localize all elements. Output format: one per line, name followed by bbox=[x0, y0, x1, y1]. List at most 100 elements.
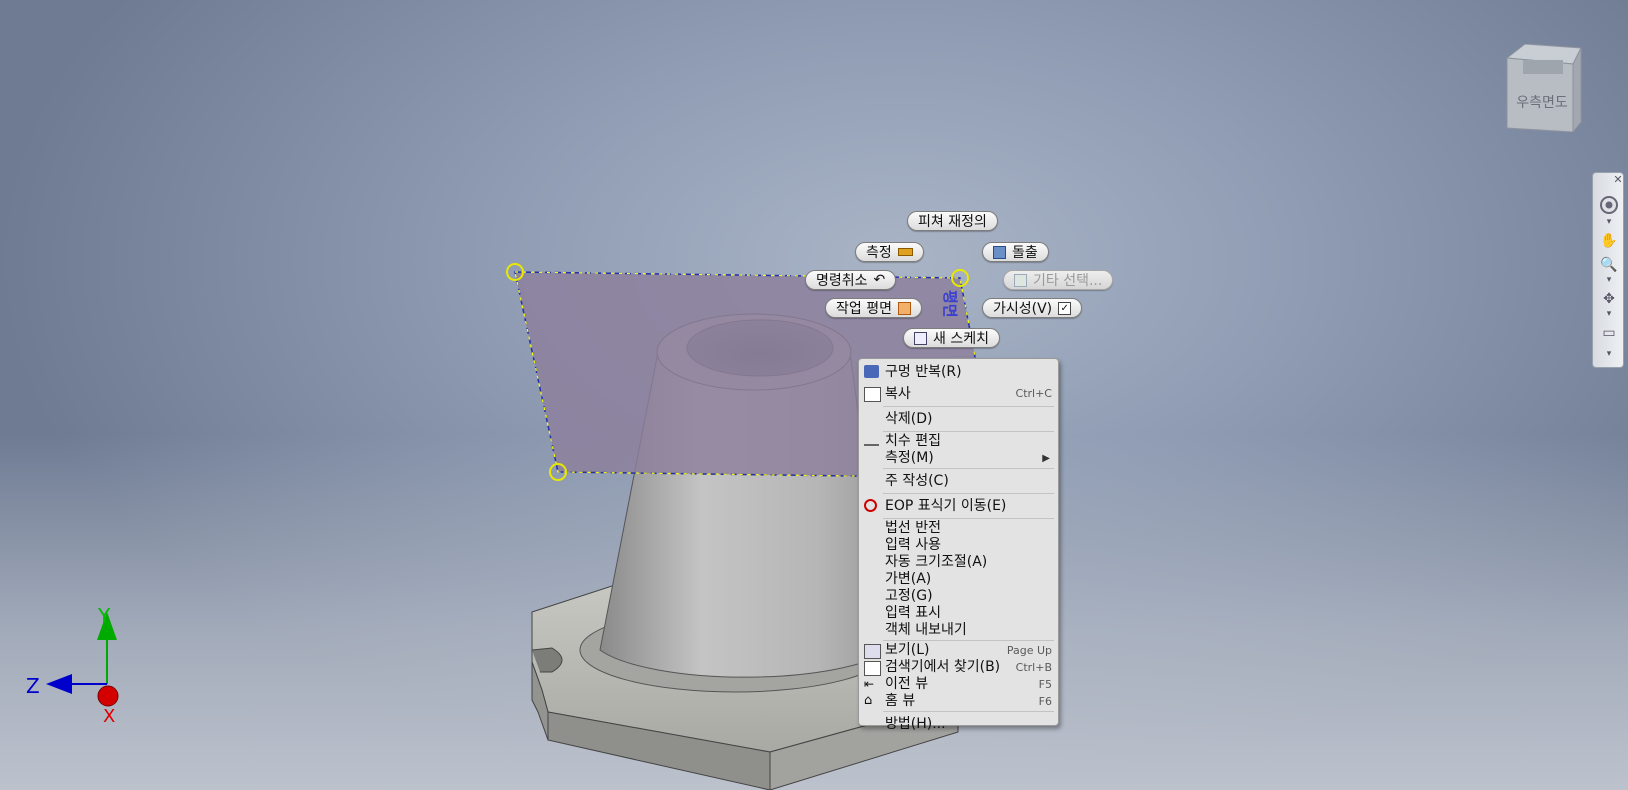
measure-label: 측정 bbox=[866, 245, 892, 261]
menu-item-fixed[interactable]: 고정(G) bbox=[859, 588, 1058, 605]
new-sketch-icon bbox=[914, 331, 927, 345]
redefine-feature-button[interactable]: 피쳐 재정의 bbox=[907, 211, 998, 231]
menu-item-label: 입력 표시 bbox=[885, 605, 941, 621]
visibility-button[interactable]: 가시성(V) ✓ bbox=[982, 298, 1083, 318]
close-icon[interactable]: ✕ bbox=[1613, 173, 1623, 191]
menu-item-find-in-browser[interactable]: 검색기에서 찾기(B) Ctrl+B bbox=[859, 659, 1058, 676]
menu-item-label: 삭제(D) bbox=[885, 411, 933, 427]
undo-label: 명령취소 bbox=[816, 273, 868, 289]
menu-item-shortcut: Page Up bbox=[1006, 644, 1052, 657]
new-sketch-button[interactable]: 새 스케치 bbox=[903, 328, 1000, 348]
view-cube-face-marker bbox=[1523, 60, 1563, 74]
submenu-arrow-icon: ▶ bbox=[1042, 453, 1050, 464]
work-plane-icon bbox=[897, 301, 911, 315]
menu-item-label: 검색기에서 찾기(B) bbox=[885, 659, 1001, 675]
menu-item-move-eop-marker[interactable]: EOP 표식기 이동(E) bbox=[859, 495, 1058, 517]
menu-item-previous-view[interactable]: ⇤ 이전 뷰 F5 bbox=[859, 676, 1058, 693]
extrude-label: 돌출 bbox=[1012, 245, 1038, 261]
visibility-label: 가시성(V) bbox=[993, 301, 1053, 317]
x-axis-origin bbox=[97, 685, 119, 707]
plane-label: 평면 bbox=[941, 290, 959, 318]
look-at-icon[interactable]: ▭ bbox=[1599, 325, 1619, 343]
menu-item-flip-normal[interactable]: 법선 반전 bbox=[859, 520, 1058, 537]
work-plane-button[interactable]: 작업 평면 bbox=[825, 298, 922, 318]
menu-separator bbox=[883, 431, 1054, 432]
menu-item-measure[interactable]: 측정(M) ▶ bbox=[859, 450, 1058, 467]
menu-separator bbox=[883, 468, 1054, 469]
menu-item-label: 입력 사용 bbox=[885, 537, 941, 553]
menu-item-delete[interactable]: 삭제(D) bbox=[859, 408, 1058, 430]
axis-triad: Y Z X bbox=[26, 604, 119, 727]
z-axis-label: Z bbox=[26, 674, 40, 698]
select-other-label: 기타 선택... bbox=[1033, 273, 1103, 289]
menu-item-shortcut: F6 bbox=[1038, 695, 1052, 708]
steering-wheel-icon[interactable] bbox=[1599, 195, 1619, 214]
menu-separator bbox=[883, 711, 1054, 712]
context-menu[interactable]: 구멍 반복(R) 복사 Ctrl+C 삭제(D) 치수 편집 측정(M) ▶ 주… bbox=[858, 358, 1059, 732]
menu-item-label: 자동 크기조절(A) bbox=[885, 554, 988, 570]
menu-item-label: 방법(H)... bbox=[885, 716, 946, 732]
extrude-icon bbox=[993, 245, 1006, 259]
menu-item-shortcut: Ctrl+B bbox=[1015, 661, 1052, 674]
3d-viewport[interactable]: 평면 Y Z X 우측면도 ✕ ▾ ✋ 🔍 ▾ ✥ ▾ ▭ ▾ 피쳐 재정의 측… bbox=[0, 0, 1628, 790]
hole-repeat-icon bbox=[864, 365, 879, 378]
navigation-bar[interactable]: ✕ ▾ ✋ 🔍 ▾ ✥ ▾ ▭ ▾ bbox=[1592, 172, 1624, 368]
menu-item-label: 보기(L) bbox=[885, 642, 930, 658]
menu-item-label: 측정(M) bbox=[885, 450, 934, 466]
menu-separator bbox=[883, 640, 1054, 641]
menu-item-label: 치수 편집 bbox=[885, 433, 941, 449]
copy-icon bbox=[864, 387, 881, 402]
menu-item-label: 객체 내보내기 bbox=[885, 622, 967, 638]
work-plane-label: 작업 평면 bbox=[836, 301, 892, 317]
select-other-button[interactable]: 기타 선택... bbox=[1003, 270, 1114, 290]
model-scene[interactable]: 평면 Y Z X bbox=[0, 0, 1628, 790]
view-icon bbox=[864, 644, 881, 659]
menu-separator bbox=[883, 518, 1054, 519]
customize-menu-icon[interactable]: ▾ bbox=[1599, 349, 1619, 367]
menu-separator bbox=[883, 493, 1054, 494]
menu-item-shortcut: F5 bbox=[1038, 678, 1052, 691]
menu-item-copy[interactable]: 복사 Ctrl+C bbox=[859, 383, 1058, 405]
dimension-edit-icon bbox=[864, 435, 879, 446]
y-axis-label: Y bbox=[97, 604, 111, 628]
undo-button[interactable]: 명령취소 ↶ bbox=[805, 270, 897, 290]
ruler-icon bbox=[897, 248, 913, 256]
menu-item-shortcut: Ctrl+C bbox=[1015, 387, 1052, 400]
menu-item-home-view[interactable]: ⌂ 홈 뷰 F6 bbox=[859, 693, 1058, 710]
menu-item-label: EOP 표식기 이동(E) bbox=[885, 498, 1007, 514]
menu-item-label: 구멍 반복(R) bbox=[885, 364, 962, 380]
orbit-icon[interactable]: ✥ bbox=[1599, 291, 1619, 309]
menu-item-export-object[interactable]: 객체 내보내기 bbox=[859, 622, 1058, 639]
pan-hand-icon[interactable]: ✋ bbox=[1599, 233, 1619, 251]
menu-item-label: 홈 뷰 bbox=[885, 693, 916, 709]
menu-item-label: 주 작성(C) bbox=[885, 473, 949, 489]
x-axis-label: X bbox=[103, 706, 115, 727]
menu-item-label: 이전 뷰 bbox=[885, 676, 929, 692]
menu-item-edit-dimension[interactable]: 치수 편집 bbox=[859, 433, 1058, 450]
previous-view-icon: ⇤ bbox=[864, 677, 875, 691]
z-axis-arrow bbox=[46, 674, 72, 694]
menu-separator bbox=[883, 406, 1054, 407]
menu-item-label: 가변(A) bbox=[885, 571, 932, 587]
menu-item-label: 고정(G) bbox=[885, 588, 933, 604]
view-cube-graphic[interactable] bbox=[1503, 43, 1585, 134]
checkbox-checked-icon[interactable]: ✓ bbox=[1058, 301, 1072, 315]
menu-item-create-note[interactable]: 주 작성(C) bbox=[859, 470, 1058, 492]
menu-item-use-input[interactable]: 입력 사용 bbox=[859, 537, 1058, 554]
menu-item-how-to[interactable]: 방법(H)... bbox=[859, 713, 1058, 735]
new-sketch-label: 새 스케치 bbox=[933, 331, 989, 347]
menu-item-view[interactable]: 보기(L) Page Up bbox=[859, 642, 1058, 659]
menu-item-label: 법선 반전 bbox=[885, 520, 941, 536]
extrude-button[interactable]: 돌출 bbox=[982, 242, 1049, 262]
measure-button[interactable]: 측정 bbox=[855, 242, 924, 262]
view-cube[interactable]: 우측면도 bbox=[1503, 43, 1585, 134]
menu-item-adaptive[interactable]: 가변(A) bbox=[859, 571, 1058, 588]
menu-item-hole-repeat[interactable]: 구멍 반복(R) bbox=[859, 361, 1058, 383]
undo-icon: ↶ bbox=[873, 272, 886, 288]
view-cube-side-face[interactable] bbox=[1572, 47, 1582, 134]
zoom-icon[interactable]: 🔍 bbox=[1599, 257, 1619, 275]
find-in-browser-icon bbox=[864, 661, 881, 676]
menu-item-auto-resize[interactable]: 자동 크기조절(A) bbox=[859, 554, 1058, 571]
home-icon: ⌂ bbox=[864, 693, 873, 708]
menu-item-show-input[interactable]: 입력 표시 bbox=[859, 605, 1058, 622]
